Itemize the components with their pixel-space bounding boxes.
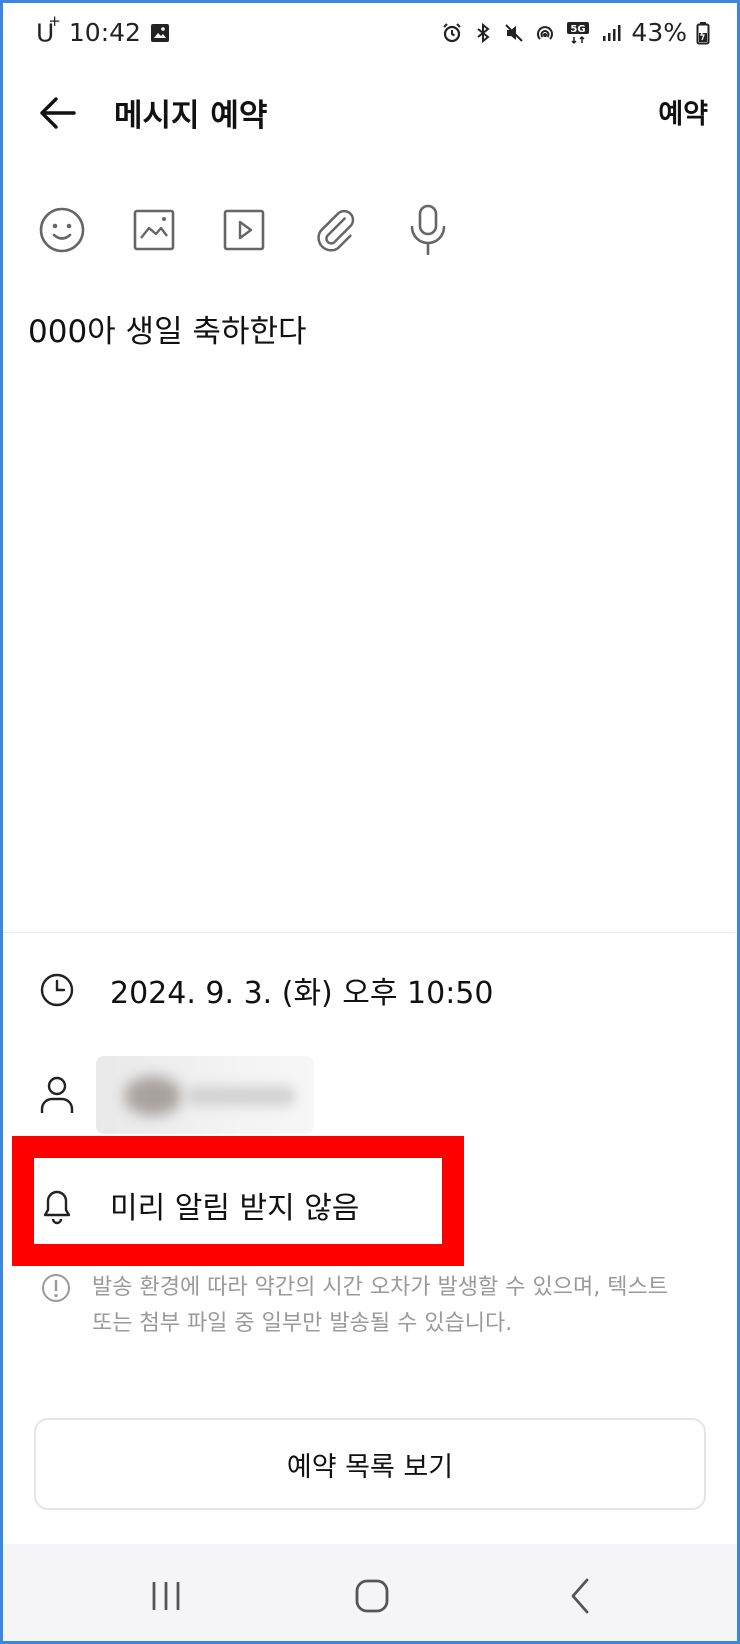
hotspot-icon bbox=[534, 22, 556, 44]
home-button[interactable] bbox=[342, 1572, 402, 1620]
highlight-box bbox=[12, 1136, 464, 1266]
arrow-left-icon bbox=[40, 97, 76, 129]
bluetooth-icon bbox=[472, 22, 494, 44]
page-title: 메시지 예약 bbox=[114, 98, 268, 134]
recents-button[interactable] bbox=[136, 1572, 196, 1620]
status-bar: U+ 10:42 5G 43% bbox=[0, 0, 740, 68]
attachment-button[interactable] bbox=[312, 206, 360, 254]
info-icon bbox=[40, 1272, 72, 1304]
home-icon bbox=[355, 1579, 389, 1613]
blurred-name bbox=[186, 1086, 296, 1106]
app-bar: 메시지 예약 예약 bbox=[0, 72, 740, 152]
back-button[interactable] bbox=[34, 90, 80, 136]
blurred-avatar bbox=[124, 1076, 182, 1116]
signal-icon bbox=[600, 22, 622, 44]
carrier-label: U+ bbox=[36, 12, 61, 48]
notice-line-2: 또는 첨부 파일 중 일부만 발송될 수 있습니다. bbox=[92, 1311, 513, 1336]
attachment-toolbar bbox=[38, 200, 478, 260]
image-icon bbox=[149, 22, 171, 44]
emoji-icon bbox=[39, 207, 85, 253]
reserve-button[interactable]: 예약 bbox=[658, 92, 708, 131]
person-icon bbox=[38, 1076, 76, 1114]
message-text[interactable]: 000아 생일 축하한다 bbox=[28, 306, 708, 351]
notice-line-1: 발송 환경에 따라 약간의 시간 오차가 발생할 수 있으며, 텍스트 bbox=[92, 1275, 668, 1300]
nav-back-button[interactable] bbox=[550, 1572, 610, 1620]
microphone-icon bbox=[410, 204, 446, 255]
notice-text: 발송 환경에 따라 약간의 시간 오차가 발생할 수 있으며, 텍스트 또는 첨… bbox=[92, 1270, 732, 1342]
divider bbox=[0, 932, 740, 933]
clock-icon bbox=[38, 971, 76, 1009]
recipient-blurred bbox=[96, 1056, 314, 1134]
recents-icon bbox=[152, 1582, 180, 1610]
emoji-button[interactable] bbox=[38, 206, 86, 254]
status-time: 10:42 bbox=[68, 18, 141, 48]
attachment-icon bbox=[317, 209, 355, 252]
alarm-icon bbox=[441, 22, 463, 44]
microphone-button[interactable] bbox=[406, 204, 450, 255]
status-left: U+ 10:42 bbox=[36, 12, 171, 48]
view-list-button[interactable]: 예약 목록 보기 bbox=[34, 1418, 706, 1510]
battery-percent: 43% bbox=[631, 18, 687, 47]
schedule-datetime: 2024. 9. 3. (화) 오후 10:50 bbox=[110, 976, 494, 1011]
status-right: 5G 43% bbox=[441, 18, 710, 47]
svg-text:5G: 5G bbox=[571, 24, 586, 35]
battery-icon bbox=[696, 21, 710, 44]
image-icon bbox=[133, 209, 175, 251]
video-icon bbox=[223, 209, 265, 251]
5g-icon: 5G bbox=[565, 21, 591, 44]
schedule-row[interactable]: 2024. 9. 3. (화) 오후 10:50 bbox=[0, 955, 740, 1025]
image-button[interactable] bbox=[132, 206, 176, 254]
back-icon bbox=[571, 1578, 589, 1614]
navigation-bar bbox=[0, 1544, 740, 1644]
mute-icon bbox=[503, 22, 525, 44]
video-button[interactable] bbox=[222, 206, 266, 254]
